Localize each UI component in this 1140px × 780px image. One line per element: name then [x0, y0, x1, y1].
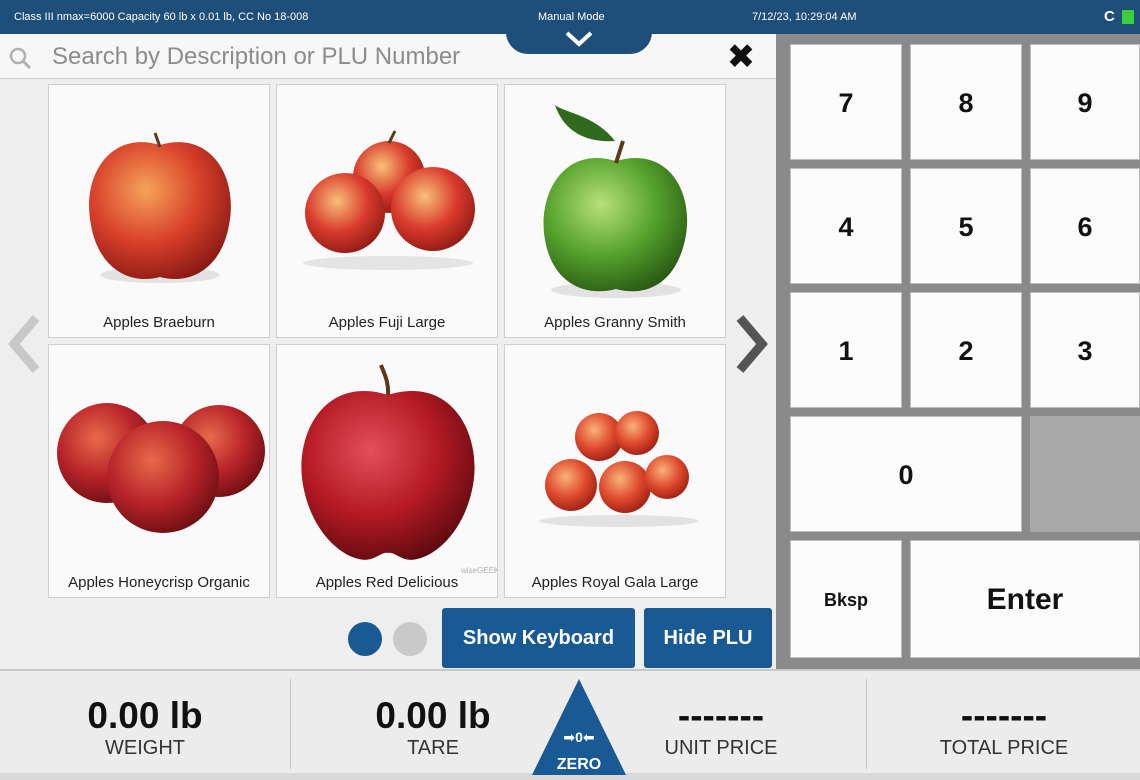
product-tile-granny-smith[interactable]: Apples Granny Smith	[504, 84, 726, 338]
key-1[interactable]: 1	[790, 292, 902, 408]
backspace-key[interactable]: Bksp	[790, 540, 902, 658]
product-tile-red-delicious[interactable]: wiseGEEK Apples Red Delicious	[276, 344, 498, 598]
key-2[interactable]: 2	[910, 292, 1022, 408]
key-5[interactable]: 5	[910, 168, 1022, 284]
total-price-value: -------	[960, 695, 1048, 736]
key-8[interactable]: 8	[910, 44, 1022, 160]
unit-price-readout: ------- UNIT PRICE	[580, 671, 862, 773]
unit-price-label: UNIT PRICE	[664, 737, 778, 759]
product-name: Apples Red Delicious	[315, 574, 459, 591]
enter-key[interactable]: Enter	[910, 540, 1140, 658]
key-9[interactable]: 9	[1030, 44, 1140, 160]
mode-label: Manual Mode	[538, 11, 605, 23]
search-bar: ✖	[0, 34, 776, 79]
readout-bar: 0.00 lb WEIGHT 0.00 lb TARE ➡0⬅ ZERO ---…	[0, 669, 1140, 775]
key-7[interactable]: 7	[790, 44, 902, 160]
divider	[866, 679, 867, 769]
apple-royal-gala-image	[539, 411, 699, 527]
total-price-label: TOTAL PRICE	[939, 737, 1069, 759]
product-tile-braeburn[interactable]: Apples Braeburn	[48, 84, 270, 338]
key-blank	[1030, 416, 1140, 532]
weight-value: 0.00 lb	[87, 695, 203, 736]
clear-search-icon[interactable]: ✖	[724, 40, 758, 74]
product-name: Apples Granny Smith	[544, 314, 686, 331]
page-dot-2[interactable]	[393, 622, 427, 656]
chevron-down-icon	[565, 31, 593, 47]
chevron-left-icon[interactable]	[6, 314, 42, 374]
numeric-keypad: 7 8 9 4 5 6 1 2 3 0 Bksp Enter	[776, 34, 1140, 669]
product-tile-honeycrisp[interactable]: Apples Honeycrisp Organic	[48, 344, 270, 598]
show-keyboard-button[interactable]: Show Keyboard	[442, 608, 635, 668]
product-tile-fuji[interactable]: Apples Fuji Large	[276, 84, 498, 338]
key-4[interactable]: 4	[790, 168, 902, 284]
product-tile-royal-gala[interactable]: Apples Royal Gala Large	[504, 344, 726, 598]
search-icon	[9, 47, 32, 70]
apple-granny-smith-image	[543, 105, 688, 298]
apple-fuji-image	[303, 130, 475, 270]
chevron-right-icon[interactable]	[734, 314, 770, 374]
search-input[interactable]	[50, 40, 524, 74]
total-price-readout: ------- TOTAL PRICE	[868, 671, 1140, 773]
unit-price-value: -------	[677, 695, 765, 736]
apple-honeycrisp-image	[57, 403, 265, 533]
key-0[interactable]: 0	[790, 416, 1022, 532]
key-6[interactable]: 6	[1030, 168, 1140, 284]
weight-readout: 0.00 lb WEIGHT	[0, 671, 290, 773]
product-name: Apples Braeburn	[103, 314, 215, 331]
page-dot-1[interactable]	[348, 622, 382, 656]
product-name: Apples Honeycrisp Organic	[68, 574, 250, 591]
apple-red-delicious-image: wiseGEEK	[301, 364, 497, 575]
hide-plu-button[interactable]: Hide PLU	[644, 608, 772, 668]
battery-icon	[1122, 10, 1134, 24]
mode-toggle-tab[interactable]	[506, 26, 652, 54]
datetime-text: 7/12/23, 10:29:04 AM	[752, 11, 857, 23]
sync-icon: C	[1104, 8, 1115, 25]
key-3[interactable]: 3	[1030, 292, 1140, 408]
product-name: Apples Royal Gala Large	[531, 574, 699, 591]
weight-label: WEIGHT	[105, 737, 185, 759]
apple-braeburn-image	[89, 132, 231, 283]
product-name: Apples Fuji Large	[328, 314, 446, 331]
certification-text: Class III nmax=6000 Capacity 60 lb x 0.0…	[14, 11, 309, 23]
product-panel: ✖ Apples Braeburn	[0, 34, 776, 669]
